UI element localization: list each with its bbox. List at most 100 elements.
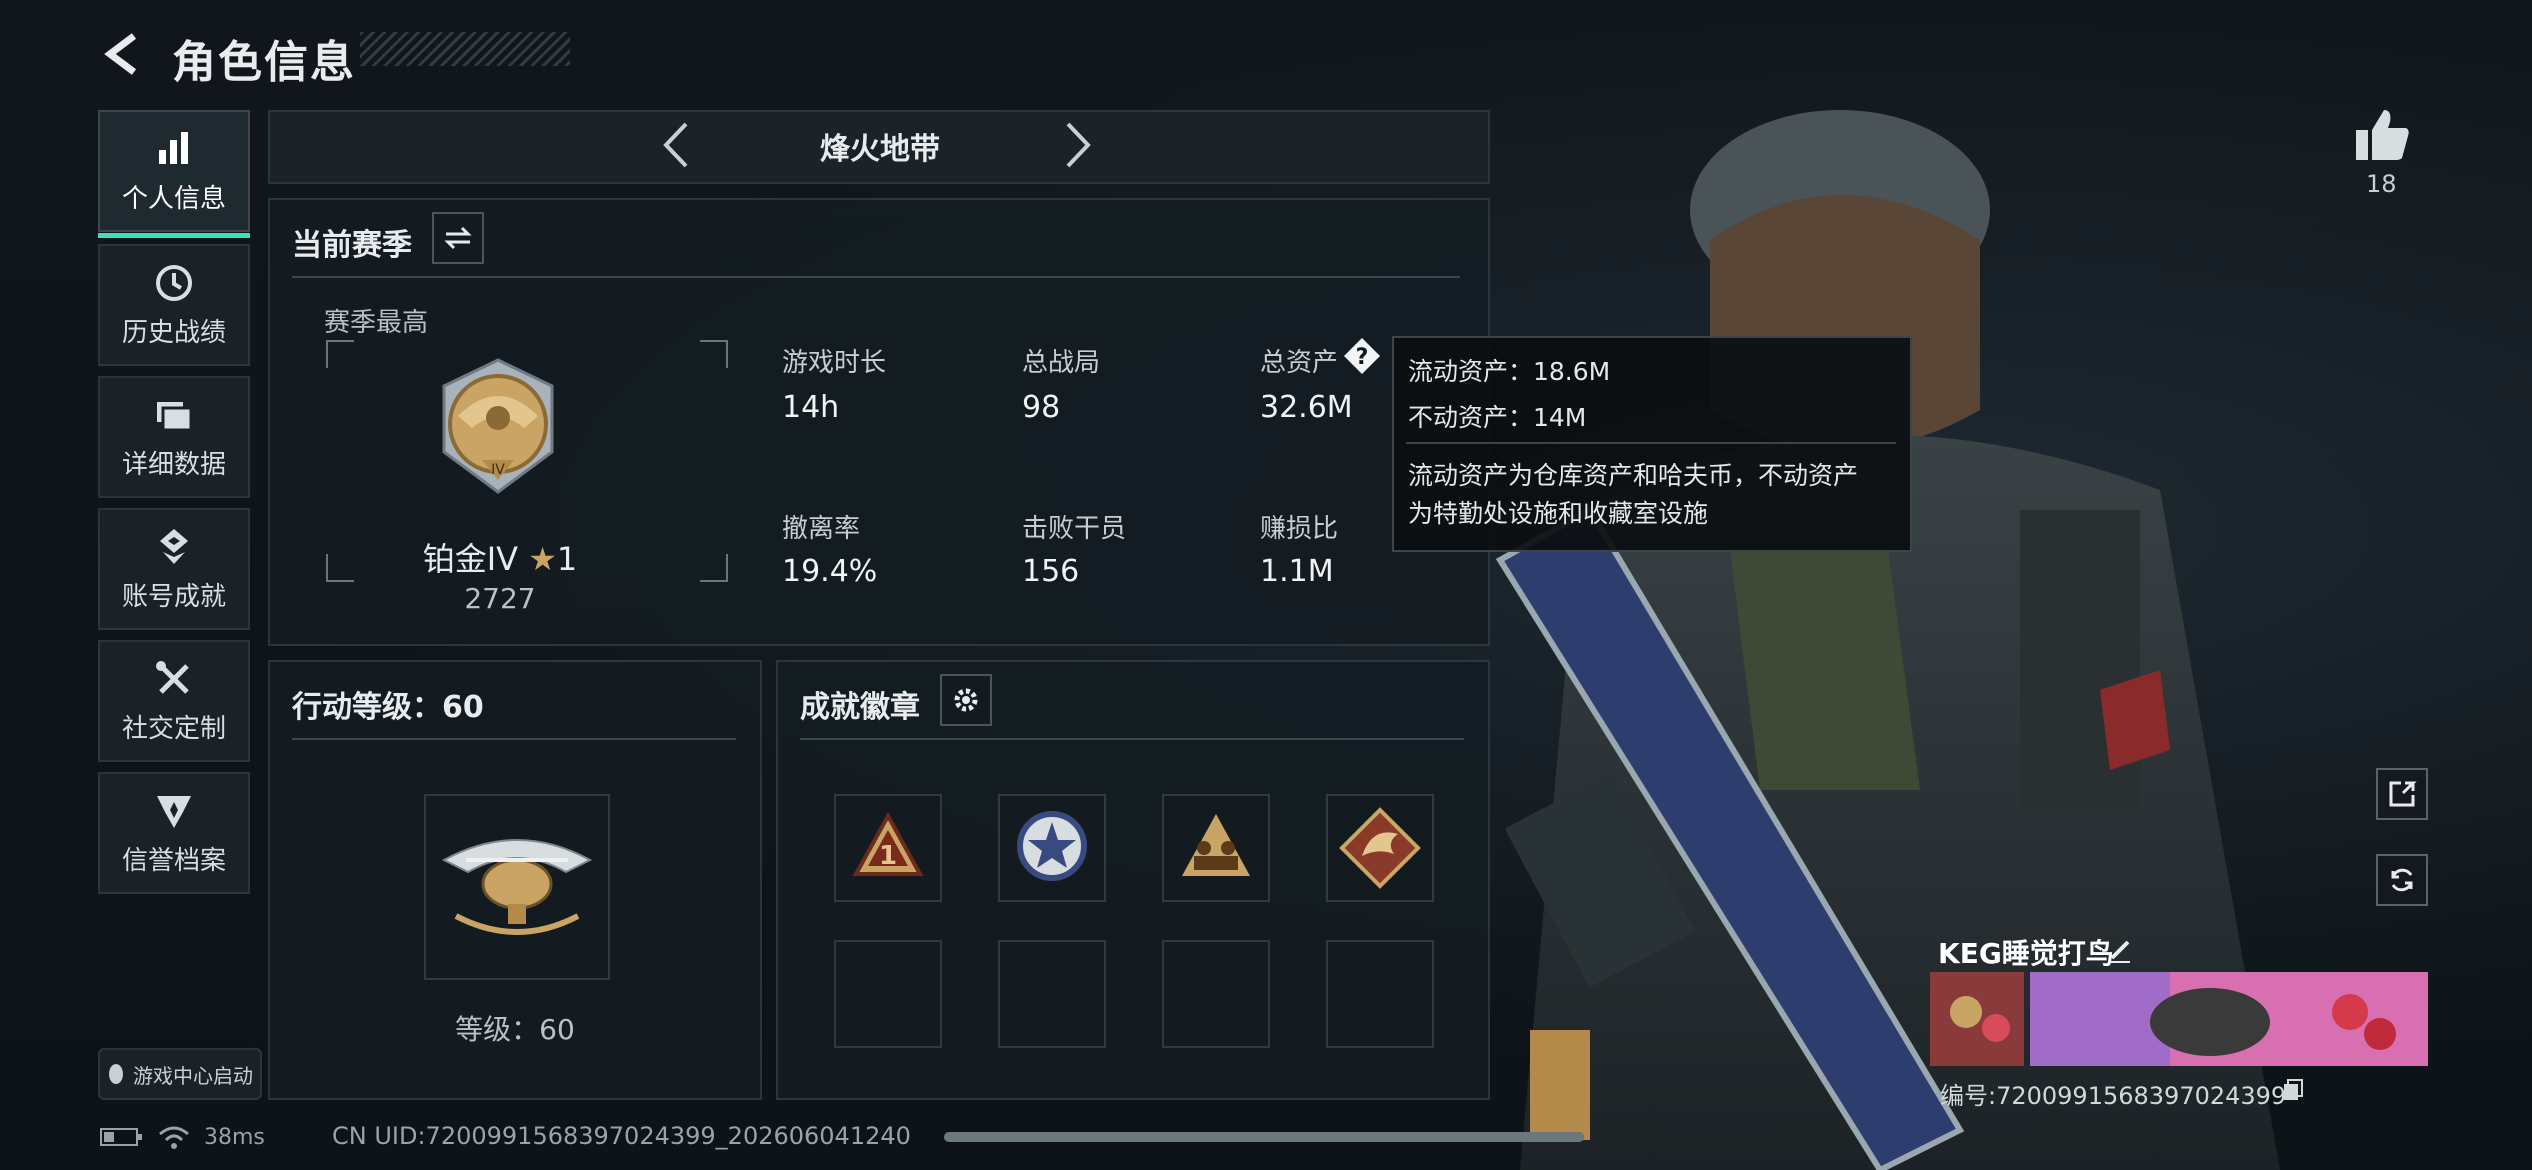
svg-text:?: ? [1356, 345, 1369, 370]
season-switch-button[interactable] [432, 212, 484, 264]
stat-value-playtime: 14h [782, 390, 840, 425]
rank-score: 2727 [464, 582, 536, 615]
folder-icon [157, 401, 193, 431]
stat-value-extract-rate: 19.4% [782, 554, 878, 589]
edit-pencil-icon[interactable] [2106, 936, 2134, 964]
mode-title: 烽火地带 [820, 132, 940, 167]
stat-label-playtime: 游戏时长 [782, 348, 887, 378]
horizontal-scrollbar[interactable] [944, 1132, 1584, 1142]
squad-badge-icon [1182, 814, 1250, 876]
badge-slot[interactable] [998, 794, 1106, 902]
badge-slot-empty[interactable] [834, 940, 942, 1048]
divider [1406, 442, 1896, 444]
badge-slot-empty[interactable] [1326, 940, 1434, 1048]
dragon-badge-icon [1339, 807, 1421, 889]
swap-icon [444, 226, 472, 250]
rank-line: 铂金IV ★1 [390, 534, 610, 580]
stat-label-matches: 总战局 [1022, 348, 1101, 378]
sidebar-item-label: 信誉档案 [121, 845, 226, 876]
season-best-label: 赛季最高 [324, 308, 429, 338]
badges-title: 成就徽章 [800, 690, 920, 725]
assets-tooltip: 流动资产：18.6M 不动资产：14M 流动资产为仓库资产和哈夫币，不动资产 为… [1392, 336, 1912, 552]
action-level-panel: 行动等级：60 等级：60 [268, 660, 762, 1100]
tools-icon [156, 660, 189, 694]
sidebar-item-personal-info[interactable]: 个人信息 [98, 110, 250, 238]
sidebar-item-label: 社交定制 [121, 713, 226, 744]
sidebar-item-social[interactable]: 社交定制 [98, 640, 250, 762]
star-emblem-badge-icon [1017, 811, 1087, 881]
sidebar-item-label: 账号成就 [121, 581, 226, 612]
prev-mode-arrow-icon[interactable] [660, 120, 690, 170]
sidebar-item-label: 详细数据 [121, 449, 226, 480]
divider [292, 738, 736, 740]
back-arrow-icon[interactable] [100, 32, 144, 76]
player-id: 编号:7200991568397024399 [1940, 1082, 2287, 1110]
rank-emblem-icon: IV [442, 358, 554, 494]
page-title: 角色信息 [172, 37, 356, 88]
player-name-card[interactable] [1930, 972, 2428, 1066]
wifi-icon [159, 1126, 189, 1149]
season-panel: 当前赛季 赛季最高 IV 铂金IV ★1 2727 游戏时长 14h 总战局 9… [268, 198, 1490, 646]
share-button[interactable] [2376, 768, 2428, 820]
tooltip-desc-line2: 为特勤处设施和收藏室设施 [1408, 499, 1709, 528]
star-icon: ★ [528, 540, 557, 578]
divider [292, 276, 1460, 278]
player-name: KEG睡觉打鸟 [1938, 937, 2114, 970]
badge-slot-empty[interactable] [1162, 940, 1270, 1048]
tooltip-liquid-assets: 流动资产：18.6M [1408, 357, 1611, 386]
badges-settings-button[interactable] [940, 674, 992, 726]
scrollbar-thumb[interactable] [944, 1132, 1584, 1142]
stat-value-profit-ratio: 1.1M [1260, 554, 1334, 589]
shield-badge-icon [157, 795, 191, 828]
rank-one-badge-icon: 1 [852, 811, 924, 876]
rank-name: 铂金IV [422, 540, 519, 578]
badge-slot[interactable] [1162, 794, 1270, 902]
stat-label-extract-rate: 撤离率 [782, 514, 861, 544]
stat-label-profit-ratio: 赚损比 [1260, 514, 1339, 544]
sidebar-item-label: 历史战绩 [121, 317, 226, 348]
badge-slot-empty[interactable] [998, 940, 1106, 1048]
stat-value-matches: 98 [1022, 390, 1061, 425]
help-icon[interactable]: ? [1342, 336, 1382, 376]
season-title: 当前赛季 [292, 228, 412, 263]
uid-text: CN UID:7200991568397024399_202606041240 [332, 1122, 911, 1150]
share-icon [2389, 781, 2417, 807]
stat-label-assets: 总资产 [1260, 348, 1339, 378]
frame-corner [326, 340, 354, 368]
rank-stars: 1 [556, 540, 578, 578]
launcher-label: 游戏中心启动 [133, 1063, 253, 1088]
refresh-button[interactable] [2376, 854, 2428, 906]
stat-value-assets: 32.6M [1260, 390, 1353, 425]
refresh-icon [2391, 868, 2413, 892]
frame-corner [700, 554, 728, 582]
game-center-launch-button[interactable]: 游戏中心启动 [98, 1048, 262, 1100]
svg-text:IV: IV [491, 462, 505, 478]
badge-slot[interactable] [1326, 794, 1434, 902]
title-decoration [360, 32, 570, 66]
sidebar-item-achievements[interactable]: 账号成就 [98, 508, 250, 630]
helicopter-emblem-icon [441, 839, 593, 935]
penguin-icon [109, 1064, 123, 1084]
bar-chart-icon [159, 131, 188, 164]
divider [800, 738, 1464, 740]
achievement-badges-panel: 成就徽章 1 [776, 660, 1490, 1100]
level-label: 等级：60 [455, 1013, 575, 1046]
sidebar-item-details[interactable]: 详细数据 [98, 376, 250, 498]
like-count: 18 [2366, 170, 2397, 198]
thumbs-up-icon[interactable] [2352, 104, 2412, 164]
tooltip-fixed-assets: 不动资产：14M [1408, 403, 1587, 432]
ping-text: 38ms [204, 1124, 265, 1150]
copy-icon[interactable] [2282, 1078, 2304, 1102]
svg-text:1: 1 [879, 841, 897, 871]
sidebar-item-history[interactable]: 历史战绩 [98, 244, 250, 366]
action-level-title: 行动等级：60 [292, 690, 484, 725]
sidebar-item-label: 个人信息 [121, 183, 226, 214]
clock-icon [156, 264, 192, 301]
badge-slot[interactable]: 1 [834, 794, 942, 902]
stat-label-kills: 击败干员 [1022, 514, 1127, 544]
next-mode-arrow-icon[interactable] [1064, 120, 1094, 170]
frame-corner [700, 340, 728, 368]
sidebar-item-credit[interactable]: 信誉档案 [98, 772, 250, 894]
frame-corner [326, 554, 354, 582]
level-emblem-frame [424, 794, 610, 980]
